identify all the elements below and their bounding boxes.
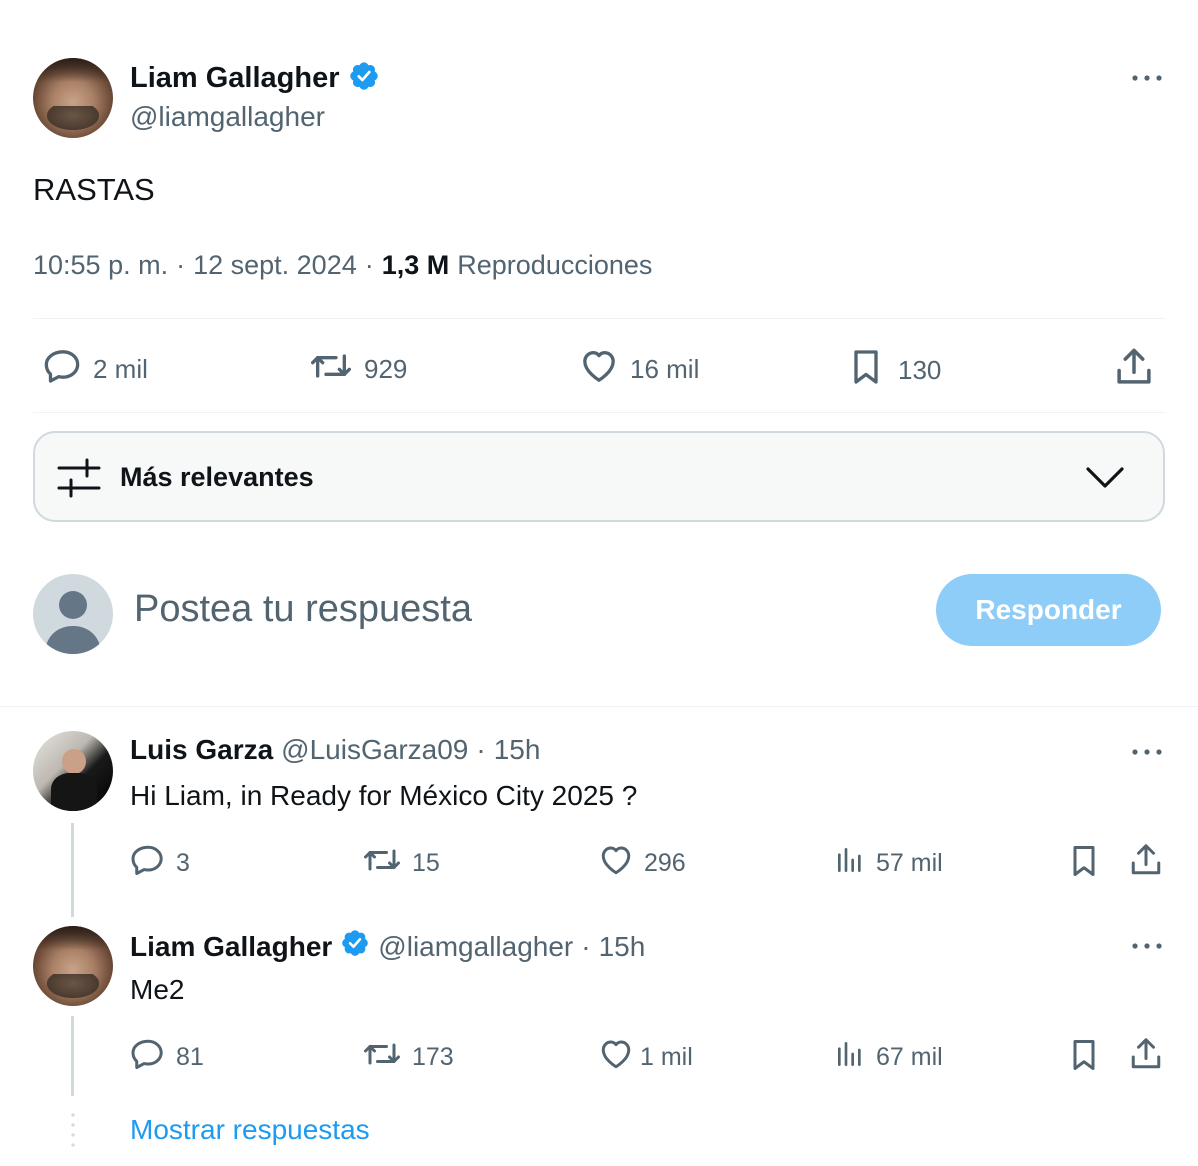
bookmark-icon — [846, 346, 886, 395]
like-count: 1 mil — [640, 1043, 693, 1071]
views-count: 67 mil — [876, 1043, 943, 1071]
reply-count: 2 mil — [93, 354, 148, 384]
tweet-time[interactable]: 10:55 p. m. — [33, 250, 168, 281]
verified-badge-icon — [340, 928, 370, 965]
reply-header: Luis Garza @LuisGarza09 · 15h — [130, 734, 540, 766]
reply-button[interactable]: 2 mil — [43, 346, 148, 393]
heart-icon — [598, 1036, 634, 1079]
sort-dropdown[interactable]: Más relevantes — [33, 431, 1165, 522]
share-icon — [1113, 346, 1155, 393]
reply-button[interactable]: 3 — [130, 842, 190, 885]
verified-badge-icon — [348, 60, 380, 97]
views-count: 57 mil — [876, 849, 943, 877]
share-icon — [1128, 1036, 1164, 1077]
meta-separator: · — [364, 250, 374, 280]
meta-separator: · — [176, 250, 186, 280]
analytics-icon — [834, 842, 866, 885]
reply-header: Liam Gallagher @liamgallagher · 15h — [130, 928, 645, 965]
reply-text: Me2 — [130, 974, 185, 1005]
divider — [33, 412, 1165, 413]
author-name[interactable]: Liam Gallagher — [130, 62, 340, 95]
section-divider — [0, 706, 1198, 707]
like-button[interactable]: 296 — [598, 842, 686, 885]
heart-icon — [598, 842, 634, 885]
reply-count: 81 — [176, 1043, 204, 1071]
reply-icon — [130, 842, 166, 885]
reply-time[interactable]: 15h — [599, 931, 646, 963]
share-button[interactable] — [1128, 842, 1164, 883]
retweet-button[interactable]: 15 — [362, 842, 440, 885]
like-button[interactable]: 1 mil — [598, 1036, 693, 1079]
tweet-date[interactable]: 12 sept. 2024 — [193, 250, 357, 281]
reply-button[interactable]: 81 — [130, 1036, 204, 1079]
show-replies-link[interactable]: Mostrar respuestas — [130, 1114, 370, 1146]
author-avatar[interactable] — [33, 58, 113, 138]
retweet-count: 15 — [412, 849, 440, 877]
reply-avatar[interactable] — [33, 731, 113, 811]
meta-separator: · — [581, 930, 591, 962]
current-user-avatar — [33, 574, 113, 654]
retweet-count: 173 — [412, 1043, 454, 1071]
bookmark-button[interactable] — [1066, 842, 1102, 885]
retweet-button[interactable]: 929 — [308, 346, 407, 393]
more-options-icon[interactable] — [1130, 742, 1164, 767]
reply-input[interactable]: Postea tu respuesta — [134, 588, 472, 631]
share-button[interactable] — [1128, 1036, 1164, 1077]
chevron-down-icon — [1085, 461, 1125, 500]
thread-line — [71, 1016, 74, 1096]
author-handle[interactable]: @liamgallagher — [130, 101, 325, 133]
reply-time[interactable]: 15h — [494, 734, 541, 766]
retweet-icon — [308, 346, 354, 393]
meta-separator: · — [476, 734, 486, 765]
retweet-icon — [362, 1036, 402, 1079]
like-count: 296 — [644, 849, 686, 877]
retweet-icon — [362, 842, 402, 885]
dotted-thread-icon — [71, 1112, 75, 1157]
retweet-button[interactable]: 173 — [362, 1036, 454, 1079]
bookmark-button[interactable] — [1066, 1036, 1102, 1079]
tweet-text: RASTAS — [33, 172, 155, 207]
tweet-meta: 10:55 p. m. · 12 sept. 2024 · 1,3 M Repr… — [33, 250, 652, 281]
bookmark-icon — [1066, 1036, 1102, 1079]
bookmark-count: 130 — [898, 355, 942, 385]
views-button[interactable]: 57 mil — [834, 842, 943, 885]
analytics-icon — [834, 1036, 866, 1079]
like-count: 16 mil — [630, 354, 700, 384]
thread-line — [71, 823, 74, 917]
views-count: 1,3 M — [381, 250, 450, 280]
more-options-icon[interactable] — [1130, 68, 1164, 93]
bookmark-button[interactable]: 130 — [846, 346, 941, 395]
reply-icon — [43, 346, 83, 393]
more-options-icon[interactable] — [1130, 936, 1164, 961]
bookmark-icon — [1066, 842, 1102, 885]
views-label: Reproducciones — [457, 250, 653, 280]
reply-submit-button[interactable]: Responder — [936, 574, 1161, 646]
reply-author-name[interactable]: Liam Gallagher — [130, 931, 332, 963]
share-button[interactable] — [1113, 346, 1155, 393]
divider — [33, 318, 1165, 319]
sliders-icon — [57, 458, 101, 503]
retweet-count: 929 — [364, 354, 408, 384]
sort-label: Más relevantes — [120, 462, 314, 492]
reply-author-handle[interactable]: @liamgallagher — [378, 931, 573, 963]
reply-text: Hi Liam, in Ready for México City 2025 ? — [130, 780, 638, 811]
views-button[interactable]: 67 mil — [834, 1036, 943, 1079]
reply-author-handle[interactable]: @LuisGarza09 — [281, 734, 468, 766]
reply-author-name[interactable]: Luis Garza — [130, 734, 273, 766]
heart-icon — [578, 346, 620, 393]
like-button[interactable]: 16 mil — [578, 346, 699, 393]
reply-icon — [130, 1036, 166, 1079]
reply-count: 3 — [176, 849, 190, 877]
share-icon — [1128, 842, 1164, 883]
reply-avatar[interactable] — [33, 926, 113, 1006]
